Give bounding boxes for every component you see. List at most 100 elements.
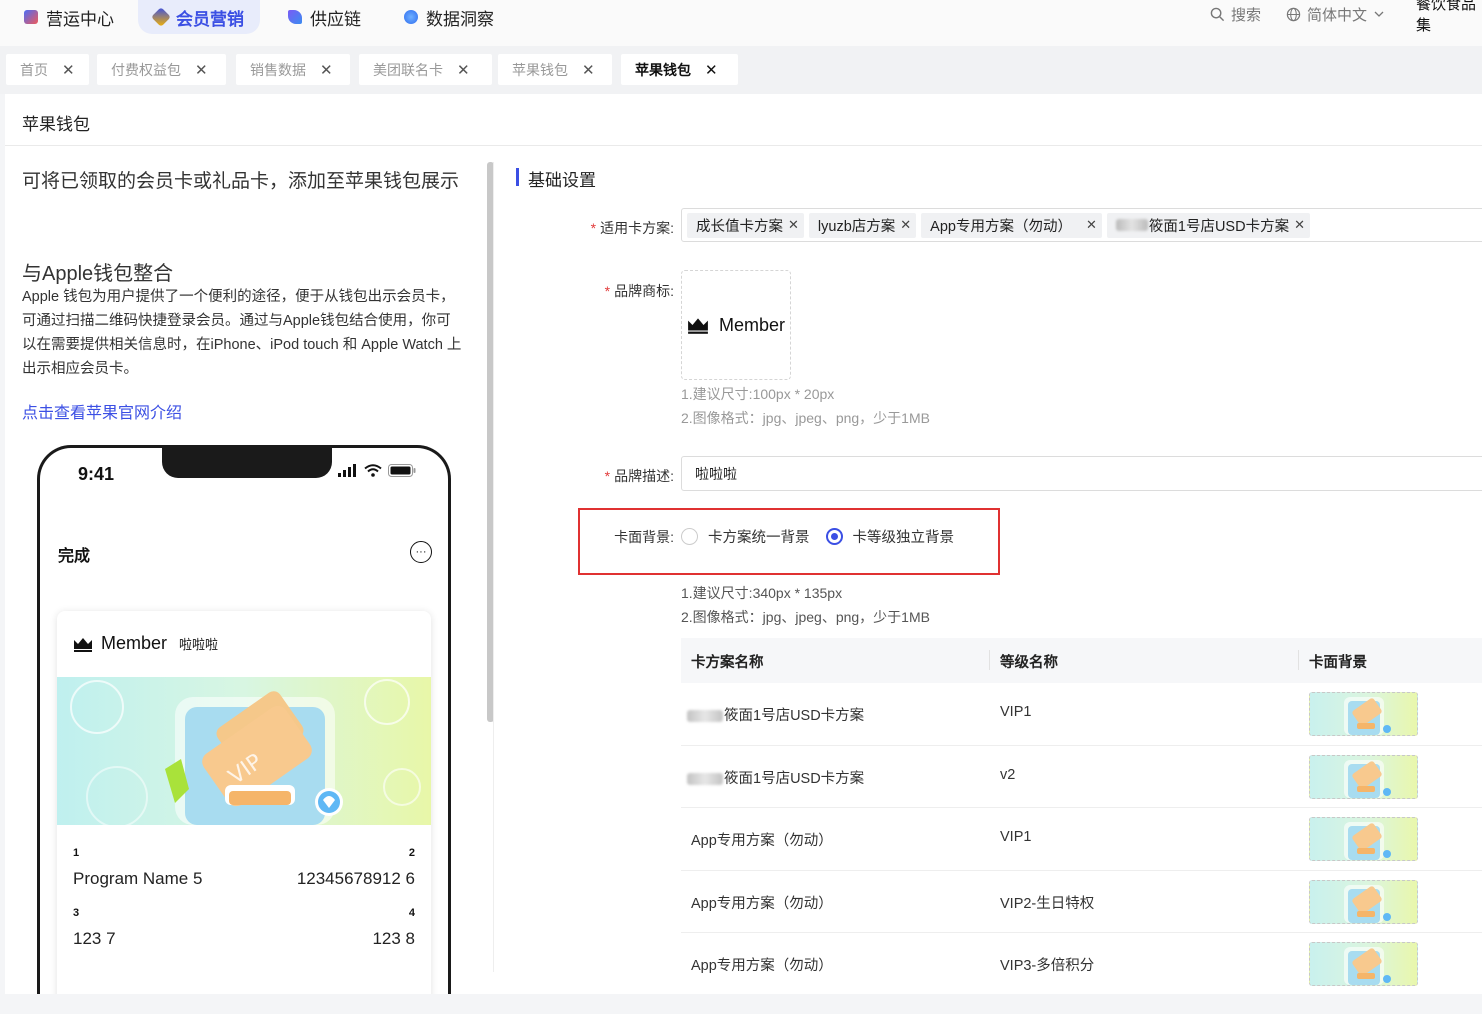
- phone-notch: [162, 448, 332, 478]
- bg-format-hint: 2.图像格式：jpg、jpeg、png，少于1MB: [681, 609, 930, 625]
- nav-label: 会员营销: [176, 9, 244, 29]
- tab-paid-benefits[interactable]: 付费权益包 ✕: [97, 54, 226, 85]
- radio-level-bg[interactable]: [825, 528, 843, 545]
- globe-icon: [1286, 7, 1301, 21]
- tab-home[interactable]: 首页 ✕: [6, 54, 89, 85]
- card-bg-thumbnail[interactable]: [1309, 879, 1418, 924]
- divider: [5, 145, 1482, 146]
- level-name: VIP1: [1000, 704, 1032, 720]
- wallet-card-preview: Member 啦啦啦 VIP 1 Program Name 5 2 123456…: [57, 611, 431, 1005]
- bg-size-hint: 1.建议尺寸:340px * 135px: [681, 585, 843, 601]
- nav-label: 营运中心: [46, 9, 114, 29]
- level-name: VIP2-生日特权: [1000, 895, 1095, 912]
- table-row: App专用方案（勿动） VIP2-生日特权: [681, 871, 1482, 933]
- card-header: Member 啦啦啦: [73, 633, 218, 654]
- close-icon[interactable]: ✕: [582, 61, 595, 79]
- plan-chip: App专用方案（勿动） ✕: [921, 212, 1102, 238]
- plan-cell: App专用方案（勿动）: [691, 829, 833, 850]
- intro-heading: 与Apple钱包整合: [22, 263, 174, 285]
- brand-logo-upload[interactable]: Member: [681, 270, 791, 380]
- card-bg-label: 卡面背景:: [614, 529, 674, 545]
- plan-name: App专用方案（勿动）: [691, 833, 833, 849]
- battery-icon: [388, 464, 416, 477]
- tab-label: 苹果钱包: [512, 61, 568, 78]
- radio-unified-bg[interactable]: [681, 528, 698, 545]
- search-icon: [1210, 7, 1225, 21]
- redacted-text: [687, 772, 723, 785]
- apple-intro-link[interactable]: 点击查看苹果官网介绍: [22, 399, 182, 423]
- brand-desc-label: * 品牌描述:: [604, 468, 674, 484]
- close-icon[interactable]: ✕: [1086, 217, 1097, 233]
- tab-meituan-card[interactable]: 美团联名卡 ✕: [359, 54, 492, 85]
- logo-format-hint: 2.图像格式：jpg、jpeg、png，少于1MB: [681, 410, 930, 426]
- table-row: 筱面1号店USD卡方案 VIP1: [681, 683, 1482, 746]
- field-1-value: Program Name 5: [73, 869, 203, 888]
- field-1-label: 1: [73, 847, 80, 859]
- card-description: 啦啦啦: [179, 637, 219, 652]
- chip-label: 成长值卡方案: [696, 218, 783, 235]
- card-bg-thumbnail[interactable]: [1309, 942, 1418, 986]
- top-navigation: 营运中心 会员营销 供应链 数据洞察 搜索 简体中文 餐饮食品集: [0, 0, 1482, 46]
- field-3-value: 123 7: [73, 929, 116, 948]
- brand-desc-input[interactable]: [681, 456, 1482, 491]
- main-panel: 苹果钱包 可将已领取的会员卡或礼品卡，添加至苹果钱包展示 与Apple钱包整合 …: [5, 94, 1482, 1005]
- tab-label: 苹果钱包: [635, 61, 691, 78]
- close-icon[interactable]: ✕: [457, 61, 470, 79]
- plan-cell: App专用方案（勿动）: [691, 892, 833, 913]
- table-row: App专用方案（勿动） VIP3-多倍积分: [681, 933, 1482, 996]
- plan-name: App专用方案（勿动）: [691, 895, 833, 912]
- column-separator: [1298, 650, 1299, 670]
- close-icon[interactable]: ✕: [788, 217, 799, 233]
- done-button[interactable]: 完成: [58, 542, 90, 566]
- level-name: VIP1: [1000, 829, 1032, 845]
- close-icon[interactable]: ✕: [900, 217, 911, 233]
- signal-icon: [338, 464, 356, 477]
- data-insights-icon: [404, 10, 418, 24]
- card-bg-thumbnail[interactable]: [1309, 754, 1418, 799]
- close-icon[interactable]: ✕: [1294, 217, 1305, 233]
- column-header: 卡方案名称: [691, 655, 764, 671]
- more-icon[interactable]: ···: [410, 541, 432, 563]
- nav-item-data-insights[interactable]: 数据洞察: [404, 0, 494, 34]
- tab-label: 美团联名卡: [373, 61, 443, 78]
- logo-preview-text: Member: [718, 314, 785, 335]
- card-plans-select[interactable]: 成长值卡方案 ✕ lyuzb店方案 ✕ App专用方案（勿动） ✕ 筱面1号店USD卡…: [681, 208, 1482, 242]
- close-icon[interactable]: ✕: [62, 61, 75, 79]
- language-selector[interactable]: 简体中文: [1286, 0, 1391, 28]
- table-row: App专用方案（勿动） VIP1: [681, 808, 1482, 871]
- search-label: 搜索: [1231, 6, 1262, 24]
- chip-label: 筱面1号店USD卡方案: [1148, 218, 1290, 235]
- org-switcher[interactable]: 餐饮食品集: [1416, 0, 1482, 34]
- page-title: 苹果钱包: [22, 115, 90, 134]
- redacted-text: [687, 710, 723, 723]
- member-marketing-icon: [151, 7, 171, 27]
- nav-item-supply-chain[interactable]: 供应链: [288, 0, 361, 34]
- vip-thumbnail-image: [1344, 697, 1391, 735]
- card-bg-radio-group: 卡方案统一背景 卡等级独立背景: [681, 526, 954, 547]
- column-header: 卡面背景: [1309, 655, 1367, 671]
- card-brand: Member: [101, 633, 168, 653]
- chevron-down-icon: [1374, 11, 1384, 17]
- close-icon[interactable]: ✕: [705, 61, 718, 79]
- intro-lead: 可将已领取的会员卡或礼品卡，添加至苹果钱包展示: [22, 171, 460, 192]
- nav-item-member-marketing[interactable]: 会员营销: [138, 0, 260, 34]
- tab-apple-wallet-active[interactable]: 苹果钱包 ✕: [621, 54, 738, 85]
- close-icon[interactable]: ✕: [195, 61, 208, 79]
- supply-chain-icon: [288, 10, 302, 24]
- column-separator: [989, 650, 990, 670]
- close-icon[interactable]: ✕: [320, 61, 333, 79]
- tab-apple-wallet[interactable]: 苹果钱包 ✕: [498, 54, 612, 85]
- tab-label: 付费权益包: [111, 61, 181, 78]
- column-header: 等级名称: [1000, 655, 1058, 671]
- section-title: 基础设置: [528, 171, 596, 190]
- crown-icon: [74, 637, 92, 652]
- search-button[interactable]: 搜索: [1210, 0, 1261, 28]
- vip-thumbnail-image: [1344, 822, 1391, 860]
- tab-sales-data[interactable]: 销售数据 ✕: [236, 54, 350, 85]
- phone-preview: 9:41 完成 ··· Member 啦啦啦 VIP 1 Program Nam…: [37, 445, 451, 1005]
- table-row: 筱面1号店USD卡方案 v2: [681, 746, 1482, 808]
- nav-item-operations[interactable]: 营运中心: [24, 0, 114, 34]
- card-bg-thumbnail[interactable]: [1309, 817, 1418, 861]
- card-bg-thumbnail[interactable]: [1309, 692, 1418, 736]
- table-header: 卡方案名称 等级名称 卡面背景: [681, 638, 1482, 683]
